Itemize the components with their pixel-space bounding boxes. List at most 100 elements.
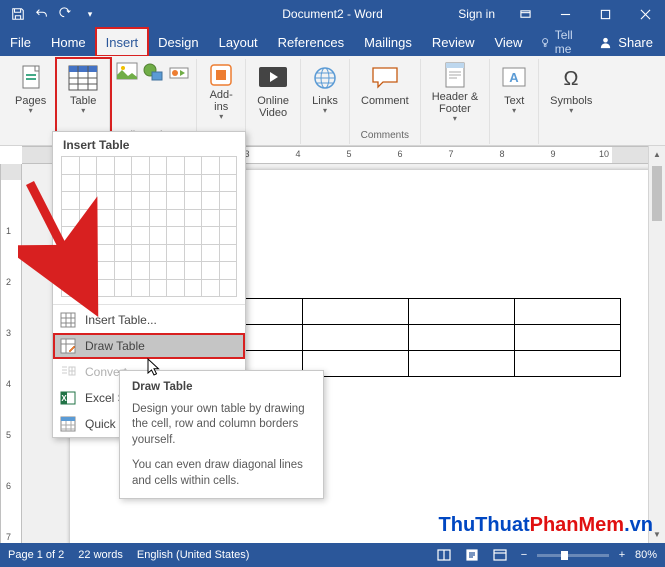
web-layout-button[interactable]	[489, 546, 511, 564]
online-video-button[interactable]: Online Video	[252, 59, 294, 125]
close-button[interactable]	[625, 0, 665, 28]
links-button[interactable]: Links▾	[307, 59, 343, 125]
grid-cell[interactable]	[96, 191, 115, 210]
tab-view[interactable]: View	[484, 28, 532, 56]
smartart-icon[interactable]	[168, 62, 190, 82]
tab-review[interactable]: Review	[422, 28, 485, 56]
grid-cell[interactable]	[79, 174, 98, 193]
zoom-slider[interactable]	[537, 554, 609, 557]
tab-file[interactable]: File	[0, 28, 41, 56]
grid-cell[interactable]	[96, 209, 115, 228]
grid-cell[interactable]	[96, 156, 115, 175]
grid-cell[interactable]	[114, 191, 133, 210]
sign-in-link[interactable]: Sign in	[448, 7, 505, 21]
grid-cell[interactable]	[201, 279, 220, 298]
maximize-button[interactable]	[585, 0, 625, 28]
share-button[interactable]: Share	[587, 28, 665, 56]
grid-cell[interactable]	[166, 174, 185, 193]
grid-cell[interactable]	[149, 261, 168, 280]
grid-cell[interactable]	[131, 261, 150, 280]
save-button[interactable]	[6, 0, 30, 28]
zoom-out-button[interactable]: −	[517, 549, 531, 561]
read-mode-button[interactable]	[433, 546, 455, 564]
grid-cell[interactable]	[114, 226, 133, 245]
grid-cell[interactable]	[219, 244, 238, 263]
grid-cell[interactable]	[219, 191, 238, 210]
grid-cell[interactable]	[184, 279, 203, 298]
grid-cell[interactable]	[201, 226, 220, 245]
grid-cell[interactable]	[166, 226, 185, 245]
grid-cell[interactable]	[114, 209, 133, 228]
grid-cell[interactable]	[114, 279, 133, 298]
grid-cell[interactable]	[61, 191, 80, 210]
tab-insert[interactable]: Insert	[96, 28, 149, 56]
grid-cell[interactable]	[79, 191, 98, 210]
grid-cell[interactable]	[149, 226, 168, 245]
grid-cell[interactable]	[114, 244, 133, 263]
comment-button[interactable]: Comment	[356, 59, 414, 125]
ruler-vertical[interactable]: 1234567	[0, 164, 22, 543]
table-grid-picker[interactable]	[53, 156, 245, 302]
print-layout-button[interactable]	[461, 546, 483, 564]
grid-cell[interactable]	[166, 191, 185, 210]
ribbon-options-button[interactable]	[505, 0, 545, 28]
zoom-in-button[interactable]: +	[615, 549, 629, 561]
grid-cell[interactable]	[96, 261, 115, 280]
scrollbar-vertical[interactable]: ▲ ▼	[648, 146, 665, 543]
grid-cell[interactable]	[149, 209, 168, 228]
header-footer-button[interactable]: Header & Footer▾	[427, 59, 483, 125]
draw-table-item[interactable]: Draw Table	[53, 333, 245, 359]
grid-cell[interactable]	[219, 226, 238, 245]
pictures-icon[interactable]	[116, 62, 138, 82]
grid-cell[interactable]	[201, 174, 220, 193]
grid-cell[interactable]	[149, 279, 168, 298]
language-status[interactable]: English (United States)	[137, 549, 250, 561]
grid-cell[interactable]	[219, 279, 238, 298]
grid-cell[interactable]	[79, 244, 98, 263]
grid-cell[interactable]	[149, 191, 168, 210]
table-button[interactable]: Table▾	[63, 59, 103, 125]
grid-cell[interactable]	[184, 244, 203, 263]
grid-cell[interactable]	[79, 226, 98, 245]
grid-cell[interactable]	[131, 226, 150, 245]
grid-cell[interactable]	[96, 226, 115, 245]
text-button[interactable]: A Text▾	[496, 59, 532, 125]
tell-me-search[interactable]: Tell me	[540, 28, 587, 56]
addins-button[interactable]: Add- ins▾	[203, 59, 239, 125]
grid-cell[interactable]	[184, 226, 203, 245]
grid-cell[interactable]	[219, 261, 238, 280]
tab-home[interactable]: Home	[41, 28, 96, 56]
grid-cell[interactable]	[61, 209, 80, 228]
grid-cell[interactable]	[201, 244, 220, 263]
grid-cell[interactable]	[96, 279, 115, 298]
scrollbar-thumb[interactable]	[652, 166, 662, 221]
grid-cell[interactable]	[61, 279, 80, 298]
grid-cell[interactable]	[149, 174, 168, 193]
grid-cell[interactable]	[114, 156, 133, 175]
grid-cell[interactable]	[166, 279, 185, 298]
grid-cell[interactable]	[114, 174, 133, 193]
grid-cell[interactable]	[149, 156, 168, 175]
grid-cell[interactable]	[201, 209, 220, 228]
pages-button[interactable]: Pages▾	[10, 59, 51, 125]
grid-cell[interactable]	[166, 209, 185, 228]
redo-button[interactable]	[54, 0, 78, 28]
tab-references[interactable]: References	[268, 28, 354, 56]
grid-cell[interactable]	[166, 261, 185, 280]
grid-cell[interactable]	[61, 261, 80, 280]
tab-design[interactable]: Design	[148, 28, 208, 56]
grid-cell[interactable]	[166, 156, 185, 175]
grid-cell[interactable]	[149, 244, 168, 263]
insert-table-item[interactable]: Insert Table...	[53, 307, 245, 333]
grid-cell[interactable]	[131, 156, 150, 175]
grid-cell[interactable]	[201, 261, 220, 280]
grid-cell[interactable]	[201, 191, 220, 210]
minimize-button[interactable]	[545, 0, 585, 28]
grid-cell[interactable]	[184, 209, 203, 228]
grid-cell[interactable]	[131, 279, 150, 298]
grid-cell[interactable]	[184, 156, 203, 175]
symbols-button[interactable]: Ω Symbols▾	[545, 59, 597, 125]
shapes-icon[interactable]	[142, 62, 164, 82]
grid-cell[interactable]	[79, 261, 98, 280]
grid-cell[interactable]	[114, 261, 133, 280]
